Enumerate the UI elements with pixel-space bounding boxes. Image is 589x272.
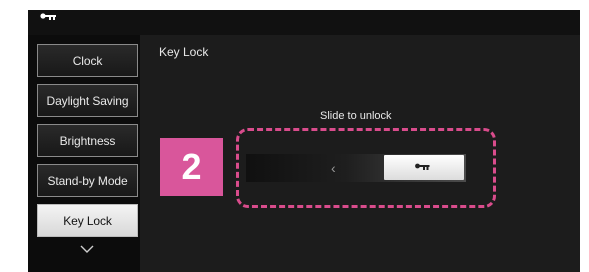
sidebar-item-label: Key Lock bbox=[63, 213, 112, 228]
sidebar-item-label: Stand-by Mode bbox=[47, 173, 128, 188]
sidebar-item-key-lock[interactable]: Key Lock bbox=[37, 204, 138, 237]
slide-to-unlock-label: Slide to unlock bbox=[320, 110, 392, 122]
sidebar-item-brightness[interactable]: Brightness bbox=[37, 124, 138, 157]
status-bar bbox=[28, 10, 580, 35]
sidebar-item-daylight-saving[interactable]: Daylight Saving bbox=[37, 84, 138, 117]
page-title: Key Lock bbox=[159, 45, 209, 59]
sidebar-item-clock[interactable]: Clock bbox=[37, 44, 138, 77]
key-icon bbox=[40, 13, 56, 20]
chevron-down-icon[interactable] bbox=[80, 245, 94, 254]
sidebar-item-label: Brightness bbox=[59, 133, 116, 148]
settings-sidebar: Clock Daylight Saving Brightness Stand-b… bbox=[28, 35, 140, 272]
highlight-frame bbox=[236, 128, 496, 208]
sidebar-item-label: Clock bbox=[72, 53, 103, 68]
sidebar-item-stand-by-mode[interactable]: Stand-by Mode bbox=[37, 164, 138, 197]
step-number-badge: 2 bbox=[160, 138, 223, 196]
sidebar-item-label: Daylight Saving bbox=[46, 93, 129, 108]
